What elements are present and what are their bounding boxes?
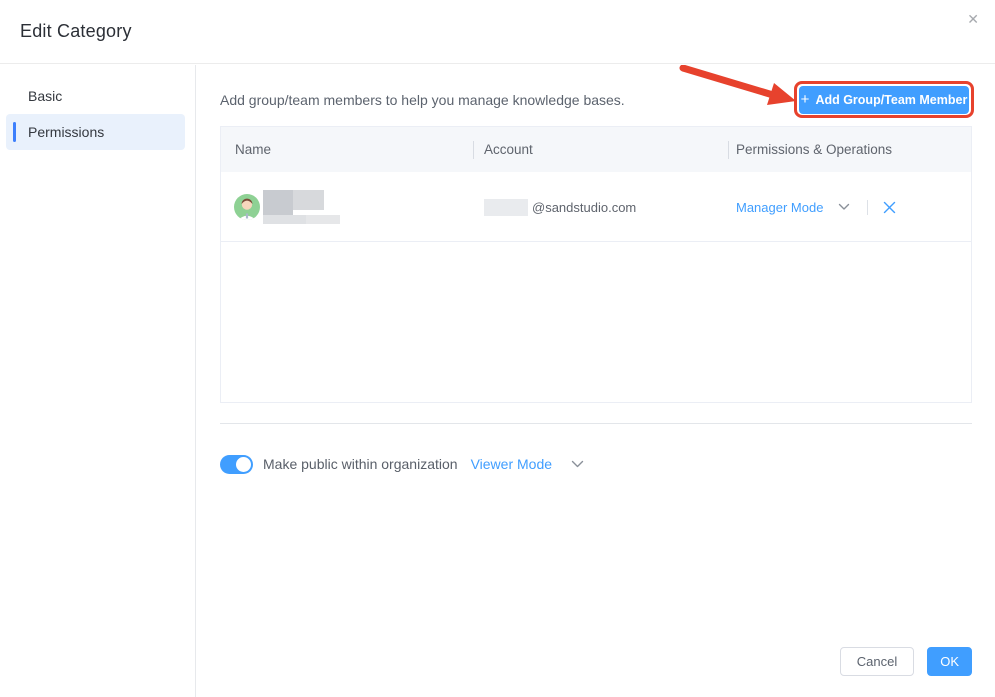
column-header-permissions: Permissions & Operations — [736, 142, 893, 157]
permissions-panel: Add group/team members to help you manag… — [197, 65, 995, 697]
add-group-team-member-button[interactable]: + Add Group/Team Member — [799, 86, 969, 114]
permission-mode-label: Manager Mode — [736, 199, 824, 215]
member-name-cell — [221, 172, 473, 242]
permission-mode-dropdown[interactable]: Manager Mode — [736, 200, 850, 215]
vertical-divider — [867, 199, 869, 215]
table-header: Name Account Permissions & Operations — [221, 127, 971, 172]
toggle-knob — [236, 456, 251, 472]
sidebar: Basic Permissions — [0, 65, 196, 697]
dialog-header: Edit Category ✕ — [0, 0, 995, 64]
sidebar-item-label: Basic — [28, 88, 63, 104]
section-divider — [220, 423, 972, 424]
edit-category-dialog: Edit Category ✕ Basic Permissions Add gr… — [0, 0, 995, 697]
column-header-account: Account — [484, 142, 533, 157]
redacted-account-prefix — [484, 198, 528, 216]
public-toggle-row: Make public within organization Viewer M… — [220, 454, 584, 474]
chevron-down-icon — [839, 203, 850, 210]
avatar — [234, 194, 260, 220]
header-divider — [473, 141, 474, 159]
viewer-mode-label: Viewer Mode — [470, 456, 553, 472]
annotation-arrow — [679, 65, 796, 105]
remove-member-icon[interactable] — [883, 201, 896, 214]
public-toggle-switch[interactable] — [220, 454, 253, 474]
ok-button[interactable]: OK — [927, 647, 972, 676]
sidebar-item-basic[interactable]: Basic — [0, 78, 195, 114]
member-permissions-cell: Manager Mode — [728, 172, 971, 242]
sidebar-item-label: Permissions — [28, 124, 105, 140]
column-header-name: Name — [235, 142, 272, 157]
close-icon[interactable]: ✕ — [967, 10, 979, 28]
toggle-label: Make public within organization — [263, 456, 458, 472]
member-account-cell: @sandstudio.com — [473, 172, 728, 242]
add-button-label: Add Group/Team Member — [815, 93, 968, 107]
account-text: @sandstudio.com — [532, 199, 637, 215]
header-divider — [728, 141, 729, 159]
sidebar-item-permissions[interactable]: Permissions — [6, 114, 185, 150]
description-text: Add group/team members to help you manag… — [220, 92, 625, 108]
viewer-mode-dropdown[interactable]: Viewer Mode — [471, 456, 584, 472]
redacted-member-name — [263, 190, 341, 224]
chevron-down-icon — [571, 460, 584, 467]
active-indicator-bar — [13, 122, 16, 142]
page-title: Edit Category — [20, 21, 132, 41]
members-table: Name Account Permissions & Operations @s… — [220, 126, 972, 403]
plus-icon: + — [800, 91, 810, 108]
cancel-button[interactable]: Cancel — [839, 647, 915, 676]
table-row: @sandstudio.com Manager Mode — [221, 172, 971, 242]
dialog-footer: Cancel OK — [839, 647, 972, 676]
